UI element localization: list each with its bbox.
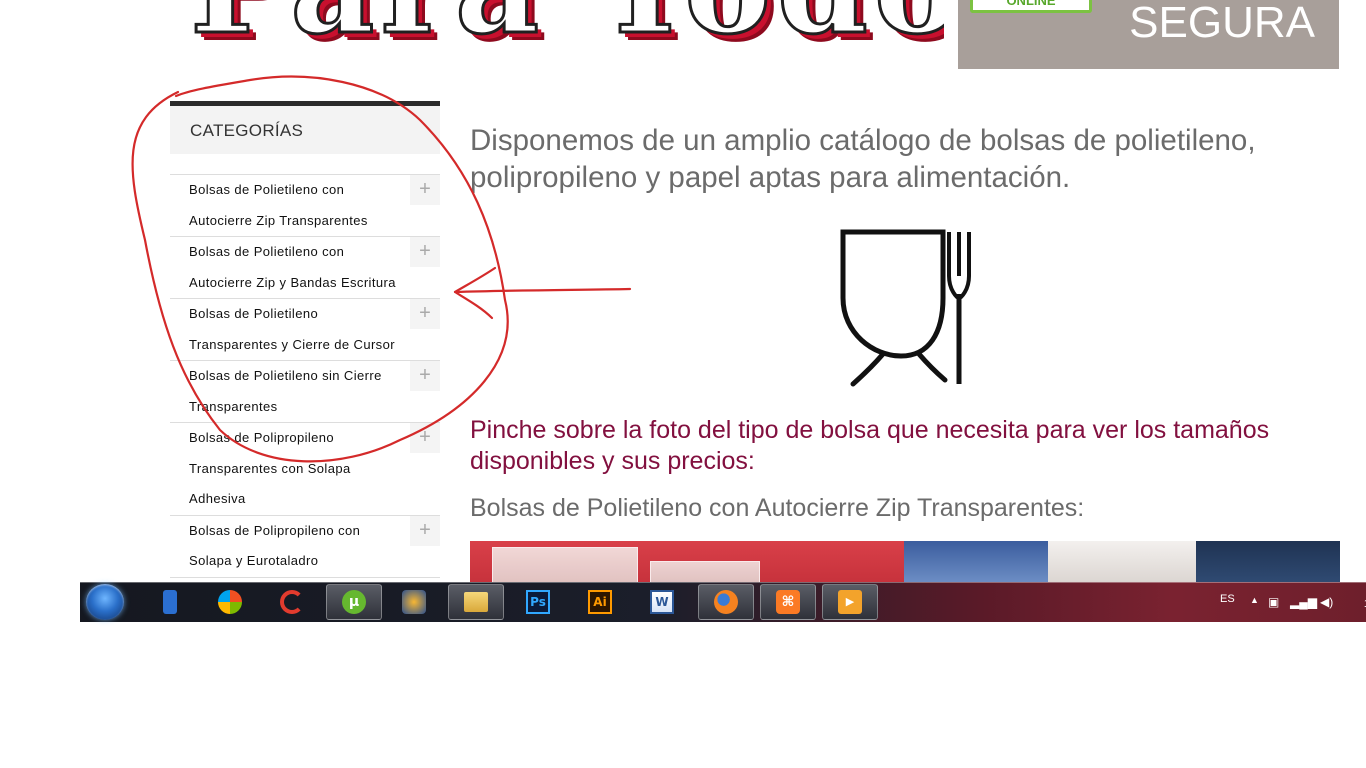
language-indicator[interactable]: ES (1220, 593, 1235, 605)
category-link[interactable]: Bolsas de Polipropileno Transparentes co… (189, 423, 406, 515)
secure-text: SEGURA (1129, 0, 1315, 47)
expand-plus-icon[interactable]: + (410, 237, 440, 267)
intro-text: Disponemos de un amplio catálogo de bols… (470, 124, 1256, 194)
photoshop-icon: Ps (526, 590, 550, 614)
taskbar-app[interactable]: W (634, 584, 690, 620)
taskbar-app[interactable] (202, 584, 258, 620)
categories-title: CATEGORÍAS (170, 101, 440, 154)
product-photo[interactable] (1048, 541, 1196, 582)
expand-plus-icon[interactable]: + (410, 175, 440, 205)
instruction-text: Pinche sobre la foto del tipo de bolsa q… (470, 416, 1270, 475)
expand-plus-icon[interactable]: + (410, 361, 440, 391)
taskbar-app[interactable] (386, 584, 442, 620)
category-item: Bolsas de Polietileno Transparentes y Ci… (170, 299, 440, 361)
online-badge: ONLINE (970, 0, 1092, 13)
media-center-icon (402, 590, 426, 614)
category-item: Bolsas de Polipropileno con Solapa y Eur… (170, 515, 440, 578)
category-list: Bolsas de Polietileno con Autocierre Zip… (170, 174, 440, 578)
taskbar-app[interactable] (264, 584, 320, 620)
categories-sidebar: CATEGORÍAS Bolsas de Polietileno con Aut… (170, 101, 440, 581)
taskbar-app[interactable] (142, 584, 198, 620)
category-item: Bolsas de Polietileno con Autocierre Zip… (170, 175, 440, 237)
phone-sync-icon (163, 590, 177, 614)
category-link[interactable]: Bolsas de Polietileno con Autocierre Zip… (189, 237, 406, 298)
category-link[interactable]: Bolsas de Polietileno Transparentes y Ci… (189, 299, 406, 360)
category-link[interactable]: Bolsas de Polietileno con Autocierre Zip… (189, 175, 406, 236)
product-photo[interactable] (1196, 541, 1340, 582)
illustrator-icon: Ai (588, 590, 612, 614)
expand-plus-icon[interactable]: + (410, 423, 440, 453)
product-photo-strip (470, 541, 1340, 582)
glass-fork-food-safe-icon (840, 229, 971, 387)
network-signal-icon[interactable]: ▂▄▆ (1290, 595, 1317, 609)
category-link[interactable]: Bolsas de Polietileno sin Cierre Transpa… (189, 361, 406, 422)
taskbar-app[interactable]: Ai (572, 584, 628, 620)
device-eject-icon[interactable]: ▣ (1268, 595, 1279, 609)
logo-text: Para Todo (189, 0, 944, 53)
annotation-arrow-head (453, 266, 497, 320)
taskbar-app[interactable]: ⌘ (760, 584, 816, 620)
show-hidden-icons-icon[interactable]: ▲ (1250, 595, 1259, 605)
xampp-icon: ⌘ (776, 590, 800, 614)
site-logo[interactable]: Para Todo (172, 0, 944, 68)
section-heading: Bolsas de Polietileno con Autocierre Zip… (470, 494, 1085, 522)
taskbar-app[interactable] (448, 584, 504, 620)
word-icon: W (650, 590, 674, 614)
windows-live-icon (218, 590, 242, 614)
windows-taskbar: µ Ps Ai W ⌘ ▶ ES ▲ ▣ ▂▄▆ ◀) 1 (80, 582, 1366, 622)
utorrent-icon: µ (342, 590, 366, 614)
category-item: Bolsas de Polietileno sin Cierre Transpa… (170, 361, 440, 423)
system-tray: ES ▲ ▣ ▂▄▆ ◀) 1 (1216, 582, 1366, 622)
main-content: Disponemos de un amplio catálogo de bols… (470, 122, 1350, 522)
taskbar-app[interactable]: Ps (510, 584, 566, 620)
expand-plus-icon[interactable]: + (410, 515, 440, 546)
product-photo[interactable] (904, 541, 1048, 582)
media-player-icon: ▶ (838, 590, 862, 614)
secure-shopping-banner: ONLINE SEGURA (958, 0, 1339, 69)
zip-bag-image (492, 547, 638, 582)
taskbar-app[interactable]: µ (326, 584, 382, 620)
annotation-arrow-shaft (453, 287, 632, 294)
expand-plus-icon[interactable]: + (410, 299, 440, 329)
firefox-icon (714, 590, 738, 614)
category-link[interactable]: Bolsas de Polipropileno con Solapa y Eur… (189, 516, 406, 577)
taskbar-app[interactable] (698, 584, 754, 620)
ccleaner-icon (280, 590, 304, 614)
category-item: Bolsas de Polipropileno Transparentes co… (170, 423, 440, 516)
start-button[interactable] (86, 584, 124, 620)
file-explorer-icon (464, 592, 488, 612)
zip-bag-image (650, 561, 760, 582)
taskbar-app[interactable]: ▶ (822, 584, 878, 620)
product-photo[interactable] (470, 541, 904, 582)
volume-icon[interactable]: ◀) (1320, 595, 1333, 609)
category-item: Bolsas de Polietileno con Autocierre Zip… (170, 237, 440, 299)
